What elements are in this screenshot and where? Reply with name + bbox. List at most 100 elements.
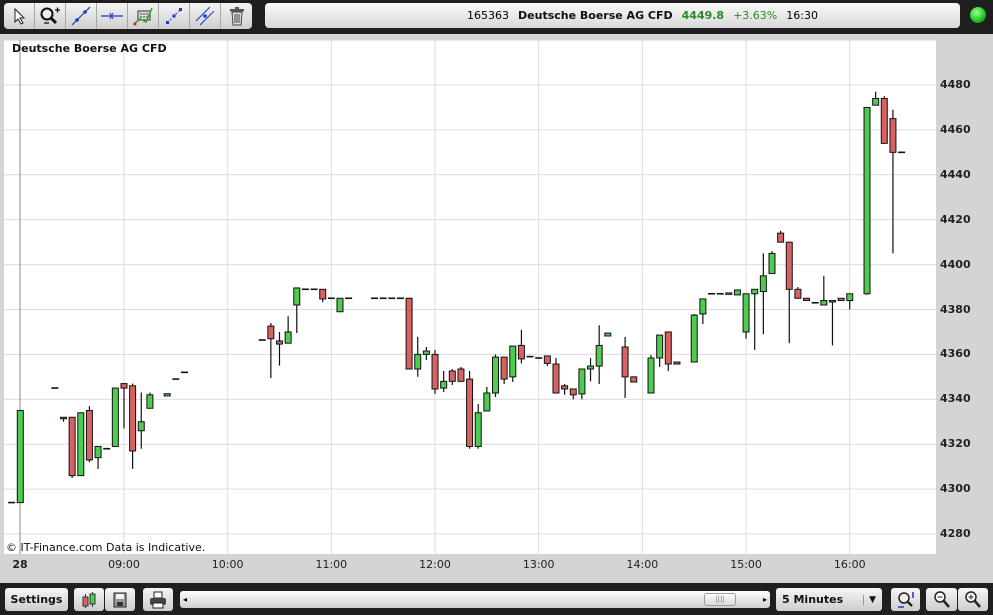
print-button[interactable] [143,588,173,611]
candle-up [163,393,171,397]
candlestick-chart [4,39,936,554]
x-tick-label: 10:00 [211,558,244,571]
candlestick-icon [82,591,96,608]
copyright-notice: © IT-Finance.com Data is Indicative. [6,541,206,554]
candle-down [120,383,128,389]
candle-down [85,410,93,461]
candle-up [759,275,767,293]
chart-type-button[interactable] [74,588,104,611]
candle-up [94,445,102,459]
x-tick-label: 09:00 [108,558,140,571]
candle-down [448,370,456,382]
scroll-thumb[interactable]: |||| [704,593,736,606]
x-tick-label: 15:00 [730,558,762,571]
magnifier-plus-icon [965,590,981,608]
y-tick-label: 4340 [940,392,971,406]
candle-up [725,292,733,295]
printer-icon [150,591,166,608]
candle-up [77,412,85,477]
candle-up [483,392,491,412]
y-tick-label: 4480 [940,78,971,91]
candle-up [587,365,595,370]
candle-up [690,314,698,363]
candle-up [414,353,422,370]
x-tick-label: 14:00 [626,558,659,571]
scroll-left-arrow-icon[interactable]: ◂ [183,595,187,604]
candle-up [60,416,67,420]
candle-up [872,97,880,106]
candle-up [846,293,854,302]
magnifier-minus-icon [933,590,950,608]
candle-up [863,106,871,295]
candle-up [595,344,603,367]
candle-up [820,300,828,306]
settings-button[interactable]: Settings [5,588,68,611]
candle-up [509,345,517,378]
candle-up [137,421,145,432]
x-tick-label: 11:00 [315,558,348,571]
candle-down [500,356,508,380]
candle-down [129,385,137,452]
candle-up [474,412,482,447]
candle-up [733,289,741,296]
candle-up [647,357,655,394]
candle-down [880,97,888,144]
zoom-out-button[interactable] [926,588,957,611]
candle-down [837,297,845,302]
interval-dropdown[interactable]: 5 Minutes ▼ [776,588,882,611]
candle-down [267,325,275,340]
candle-down [431,353,439,390]
candle-up [768,252,776,275]
y-tick-label: 4400 [940,257,971,271]
candle-down [621,346,629,378]
candle-up [16,410,24,504]
x-tick-label: 28 [12,558,28,571]
candle-up [492,356,499,394]
y-tick-label: 4300 [940,482,971,496]
candle-down [466,378,474,447]
candle-up [111,387,119,447]
y-tick-label: 4320 [940,437,971,451]
time-scrollbar[interactable]: ◂ |||| ▸ [180,591,770,608]
floppy-disk-icon [113,592,127,607]
candle-down [630,376,638,383]
scroll-right-arrow-icon[interactable]: ▸ [763,595,767,604]
candle-down [552,363,560,394]
candle-up [578,368,586,395]
candle-down [785,241,793,290]
candle-down [319,288,327,300]
candle-down [517,344,525,360]
candle-up [336,297,344,313]
candle-down [405,297,413,370]
y-tick-label: 4360 [940,347,971,361]
x-tick-label: 16:00 [833,558,866,571]
y-tick-label: 4460 [940,122,971,136]
y-tick-label: 4380 [940,302,971,316]
candle-up [828,300,836,303]
candle-up [699,298,707,315]
bottom-toolbar: Settings ◂ |||| ▸ 5 Minutes ▼ [0,583,993,615]
y-tick-label: 4420 [940,212,971,226]
candle-down [68,416,76,477]
candle-down [543,355,551,364]
candle-down [569,388,577,396]
candle-up [751,288,759,295]
interval-value: 5 Minutes [782,593,844,606]
candle-up [604,332,612,337]
chevron-down-icon: ▼ [863,594,876,605]
candle-down [777,232,785,243]
candle-up [422,350,430,355]
chart-title: Deutsche Boerse AG CFD [12,42,167,55]
zoom-in-button[interactable] [958,588,988,611]
candle-up [293,287,301,306]
candle-down [561,385,569,390]
save-button[interactable] [105,588,135,611]
zoom-fit-button[interactable] [891,588,920,611]
candle-up [284,331,292,344]
candle-down [457,368,465,382]
candle-up [656,334,664,359]
zoom-fit-icon [897,591,914,608]
candle-down [276,340,283,345]
y-tick-label: 4280 [940,527,971,540]
candle-down [889,118,897,153]
